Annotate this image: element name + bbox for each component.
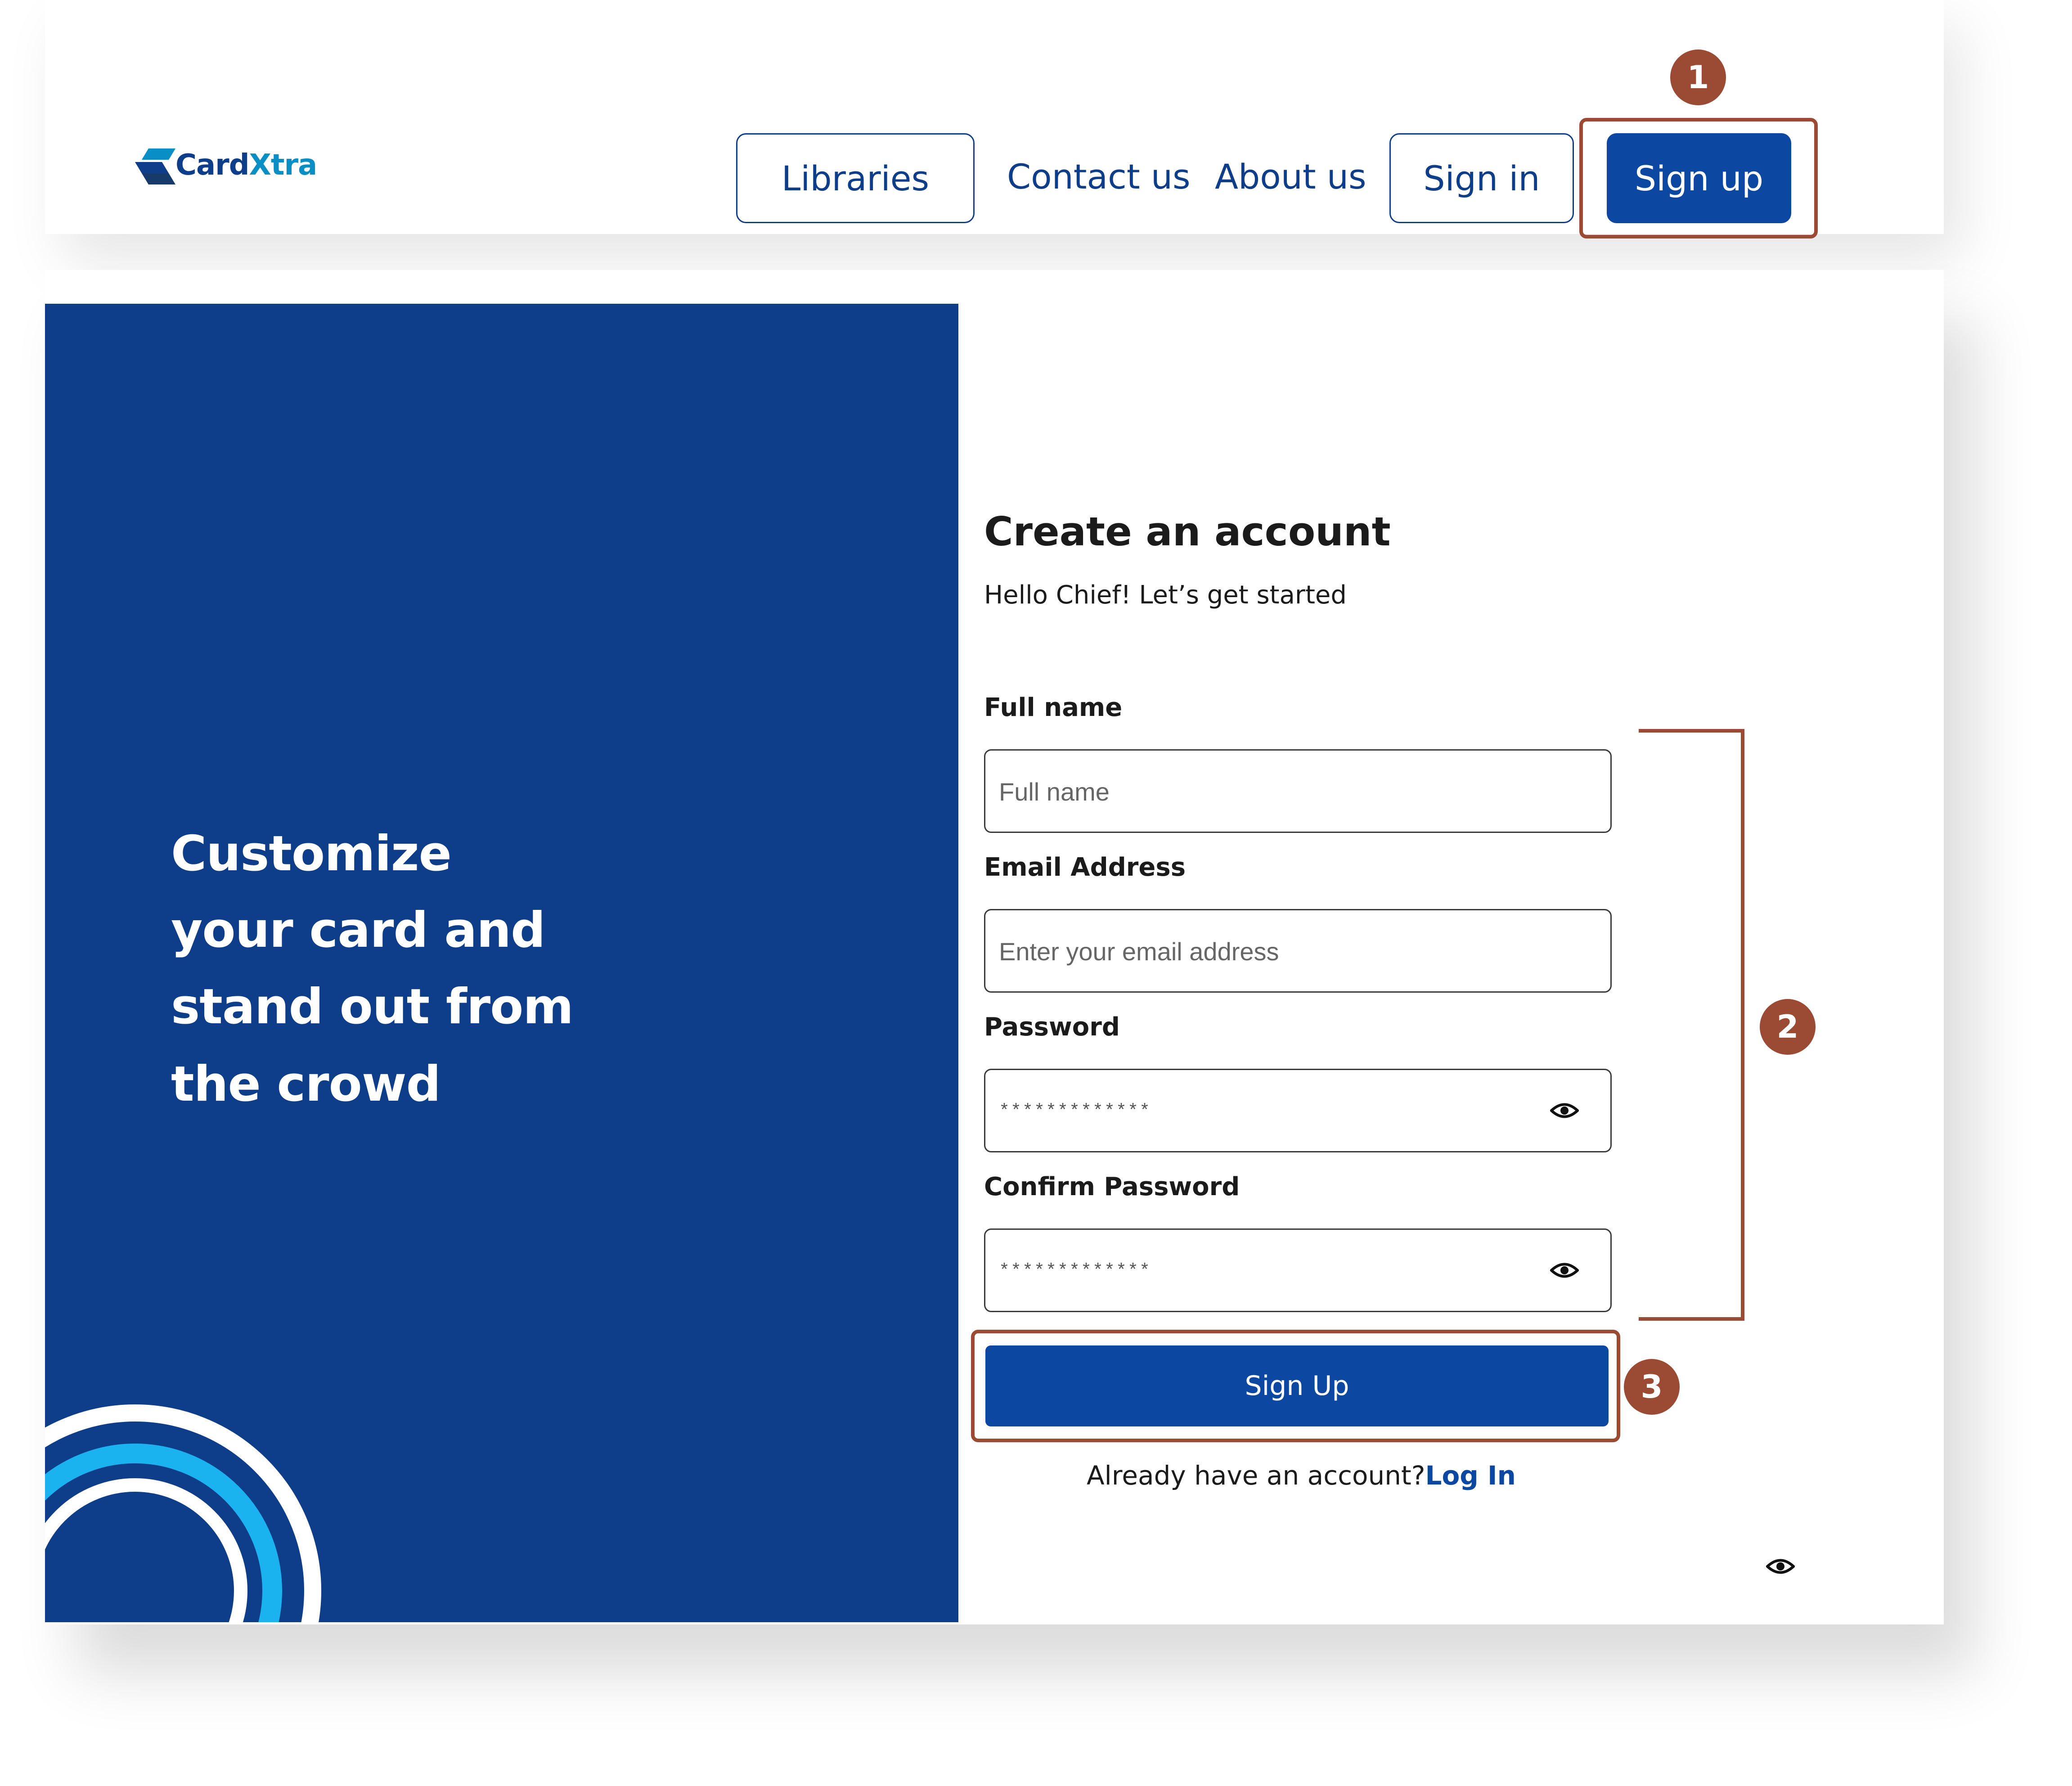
annotation-badge-1: 1: [1670, 49, 1726, 105]
eye-icon[interactable]: [1550, 1100, 1579, 1121]
logo-text-xtra: Xtra: [249, 148, 318, 182]
email-input[interactable]: [998, 910, 1517, 992]
logo[interactable]: CardXtra: [135, 144, 317, 189]
logo-text-card: Card: [175, 148, 250, 182]
form-subtitle: Hello Chief! Let’s get started: [984, 580, 1347, 610]
hero-line-2: your card and: [171, 902, 545, 958]
already-have-account: Already have an account?Log In: [1087, 1460, 1516, 1491]
fullname-field[interactable]: [984, 749, 1612, 833]
fullname-label: Full name: [984, 693, 1123, 722]
annotation-badge-2: 2: [1760, 999, 1816, 1055]
annotation-box-1: [1579, 118, 1818, 238]
hero-line-1: Customize: [171, 826, 452, 882]
eye-icon[interactable]: [1766, 1556, 1795, 1577]
fullname-input[interactable]: [998, 751, 1517, 832]
annotation-bracket-2: [1639, 729, 1744, 1321]
password-label: Password: [984, 1012, 1120, 1042]
hero-line-4: the crowd: [171, 1056, 441, 1112]
nav-about-link[interactable]: About us: [1215, 157, 1366, 197]
eye-icon[interactable]: [1550, 1260, 1579, 1281]
email-field[interactable]: [984, 909, 1612, 993]
password-field[interactable]: *************: [984, 1069, 1612, 1152]
annotation-badge-3: 3: [1624, 1359, 1680, 1415]
confirm-password-label: Confirm Password: [984, 1172, 1240, 1201]
hero-panel: Customize your card and stand out from t…: [45, 304, 958, 1622]
hero-line-3: stand out from: [171, 979, 574, 1035]
decorative-rings: [45, 1404, 321, 1622]
form-title: Create an account: [984, 508, 1391, 555]
already-text: Already have an account?: [1087, 1460, 1425, 1491]
annotation-box-3: [971, 1330, 1620, 1442]
logo-text: CardXtra: [175, 148, 317, 182]
nav-libraries-button[interactable]: Libraries: [736, 133, 975, 223]
email-label: Email Address: [984, 853, 1186, 882]
login-link[interactable]: Log In: [1425, 1460, 1516, 1491]
nav-contact-link[interactable]: Contact us: [1007, 157, 1191, 197]
confirm-password-value: *************: [999, 1261, 1151, 1282]
password-value: *************: [999, 1102, 1151, 1122]
cardxtra-logo-icon: [135, 148, 175, 184]
confirm-password-field[interactable]: *************: [984, 1228, 1612, 1312]
nav-signin-button[interactable]: Sign in: [1389, 133, 1574, 223]
